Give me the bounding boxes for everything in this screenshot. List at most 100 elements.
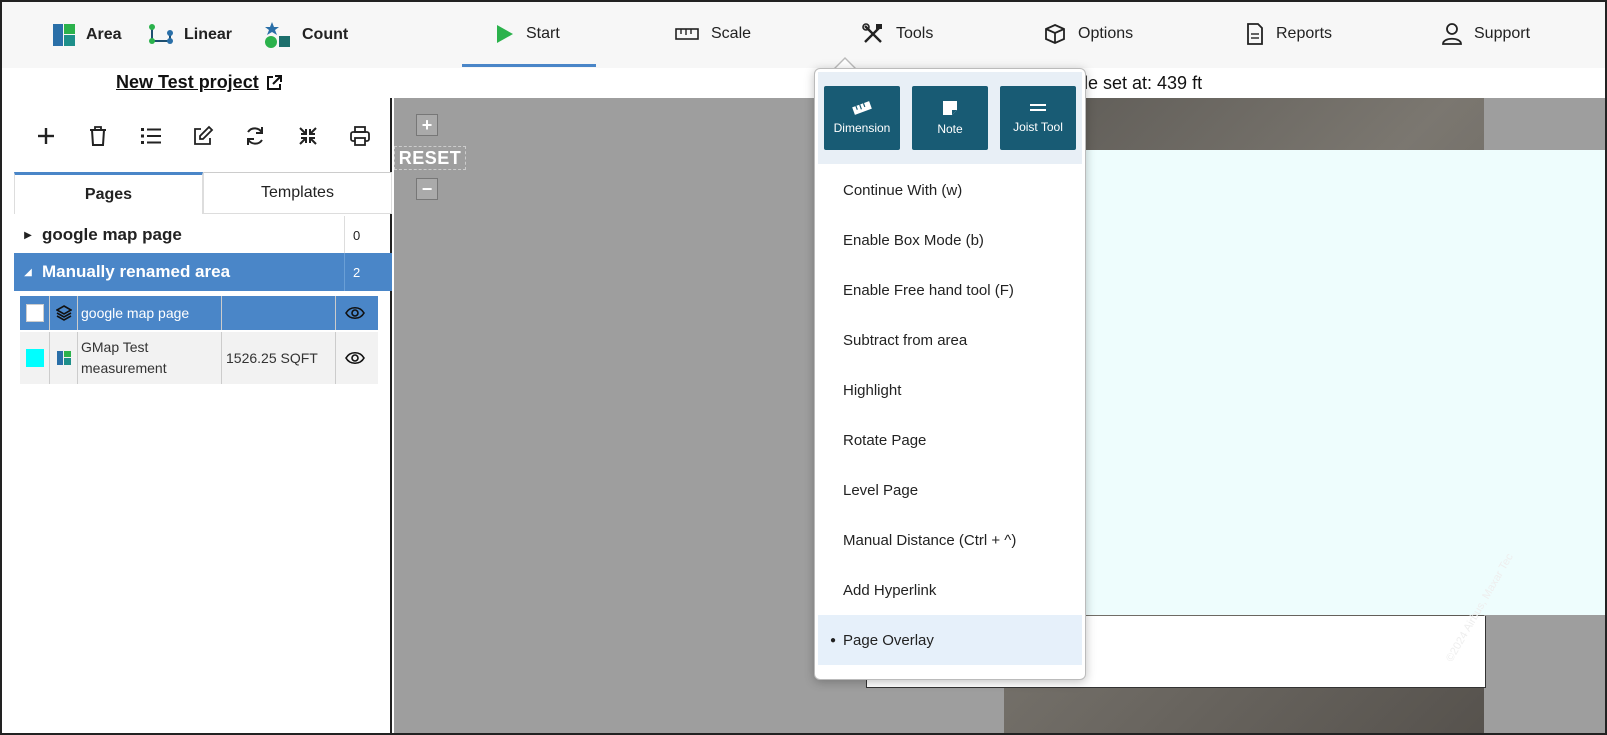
ruler-icon bbox=[675, 28, 699, 40]
area-icon bbox=[56, 351, 71, 365]
refresh-button[interactable] bbox=[238, 119, 272, 153]
item-value bbox=[222, 296, 336, 330]
item-name: google map page bbox=[78, 296, 222, 330]
scale-status: le set at: 439 ft bbox=[1084, 73, 1203, 93]
menu-item-subtract-area[interactable]: Subtract from area bbox=[818, 315, 1082, 365]
tab-tools-label: Tools bbox=[896, 25, 934, 42]
ruler-icon bbox=[852, 101, 872, 115]
tab-pages[interactable]: Pages bbox=[14, 172, 203, 214]
area-icon bbox=[53, 24, 75, 46]
print-button[interactable] bbox=[343, 119, 377, 153]
menu-item-rotate-page[interactable]: Rotate Page bbox=[818, 415, 1082, 465]
tab-reports[interactable]: Reports bbox=[1246, 16, 1332, 52]
printer-icon bbox=[349, 126, 370, 146]
area-group-count: 2 bbox=[344, 253, 392, 291]
linear-tab[interactable]: Linear bbox=[148, 20, 232, 50]
plus-icon bbox=[38, 128, 55, 144]
item-value: 1526.25 SQFT bbox=[222, 332, 336, 384]
cube-icon bbox=[1045, 24, 1065, 44]
linear-icon bbox=[149, 24, 173, 44]
menu-item-page-overlay[interactable]: ● Page Overlay bbox=[818, 615, 1082, 665]
tab-scale[interactable]: Scale bbox=[675, 16, 751, 52]
action-bar bbox=[14, 116, 392, 156]
list-item[interactable]: GMap Test measurement 1526.25 SQFT bbox=[20, 332, 378, 384]
document-icon bbox=[1247, 23, 1263, 45]
menu-item-box-mode[interactable]: Enable Box Mode (b) bbox=[818, 215, 1082, 265]
area-group-row[interactable]: ◢ Manually renamed area 2 bbox=[14, 253, 392, 291]
list-item[interactable]: google map page bbox=[20, 296, 378, 330]
note-button-label: Note bbox=[937, 122, 963, 136]
area-tab-label: Area bbox=[86, 26, 122, 43]
note-icon bbox=[943, 101, 957, 115]
page-group-row[interactable]: ▶ google map page 0 bbox=[14, 216, 392, 254]
note-button[interactable]: Note bbox=[912, 86, 988, 150]
external-link-icon bbox=[266, 74, 282, 90]
list-button[interactable] bbox=[134, 119, 168, 153]
page-overlay-sheet bbox=[1056, 150, 1605, 615]
tab-start[interactable]: Start bbox=[496, 16, 560, 52]
zoom-in-button[interactable]: + bbox=[416, 114, 438, 136]
tab-support-label: Support bbox=[1474, 25, 1531, 42]
tab-options[interactable]: Options bbox=[1044, 16, 1133, 52]
item-name: GMap Test measurement bbox=[78, 332, 222, 384]
linear-tab-label: Linear bbox=[184, 26, 233, 43]
tab-support[interactable]: Support bbox=[1442, 16, 1530, 52]
item-color-swatch[interactable] bbox=[25, 349, 44, 367]
visibility-toggle[interactable] bbox=[336, 332, 374, 384]
edit-button[interactable] bbox=[186, 119, 220, 153]
tools-dropdown: Dimension Note Joist Tool Continue With … bbox=[814, 68, 1086, 680]
count-icon bbox=[265, 22, 290, 48]
dimension-button[interactable]: Dimension bbox=[824, 86, 900, 150]
joist-tool-button[interactable]: Joist Tool bbox=[1000, 86, 1076, 150]
dimension-button-label: Dimension bbox=[833, 121, 891, 135]
tools-icon bbox=[862, 23, 882, 43]
tab-scale-label: Scale bbox=[711, 25, 752, 42]
area-group-name: Manually renamed area bbox=[42, 262, 231, 281]
user-icon bbox=[1442, 23, 1462, 45]
item-type-cell bbox=[50, 332, 78, 384]
top-toolbar: Area Linear Count Start Scale Tools Opti… bbox=[2, 2, 1605, 68]
item-checkbox[interactable] bbox=[25, 304, 44, 322]
list-icon bbox=[140, 128, 161, 144]
reset-zoom-button[interactable]: RESET bbox=[394, 146, 466, 170]
expand-caret-icon[interactable]: ▶ bbox=[14, 230, 42, 241]
edit-icon bbox=[194, 125, 214, 145]
tab-options-label: Options bbox=[1078, 25, 1134, 42]
joist-tool-button-label: Joist Tool bbox=[1013, 120, 1063, 134]
count-tab-label: Count bbox=[302, 26, 349, 43]
item-checkbox-cell bbox=[20, 296, 50, 330]
selected-bullet-icon: ● bbox=[830, 634, 837, 646]
delete-button[interactable] bbox=[81, 119, 115, 153]
collapse-button[interactable] bbox=[291, 119, 325, 153]
layers-icon bbox=[55, 305, 72, 321]
menu-item-highlight[interactable]: Highlight bbox=[818, 365, 1082, 415]
menu-item-manual-distance[interactable]: Manual Distance (Ctrl + ^) bbox=[818, 515, 1082, 565]
compress-icon bbox=[298, 127, 317, 145]
menu-item-add-hyperlink[interactable]: Add Hyperlink bbox=[818, 565, 1082, 615]
add-button[interactable] bbox=[29, 119, 63, 153]
menu-item-continue-with[interactable]: Continue With (w) bbox=[818, 165, 1082, 215]
joist-icon bbox=[1030, 104, 1046, 111]
eye-icon bbox=[345, 306, 365, 320]
area-tab[interactable]: Area bbox=[52, 20, 122, 50]
refresh-icon bbox=[247, 127, 264, 145]
menu-item-page-overlay-label: Page Overlay bbox=[843, 631, 934, 649]
page-group-count: 0 bbox=[344, 216, 392, 254]
zoom-out-button[interactable]: − bbox=[416, 178, 438, 200]
eye-icon bbox=[345, 351, 365, 365]
menu-item-free-hand[interactable]: Enable Free hand tool (F) bbox=[818, 265, 1082, 315]
project-title: New Test project bbox=[116, 72, 259, 92]
menu-item-level-page[interactable]: Level Page bbox=[818, 465, 1082, 515]
project-title-link[interactable]: New Test project bbox=[116, 72, 283, 93]
tab-templates[interactable]: Templates bbox=[203, 172, 392, 214]
visibility-toggle[interactable] bbox=[336, 296, 374, 330]
play-icon bbox=[497, 25, 513, 43]
count-tab[interactable]: Count bbox=[264, 20, 348, 50]
active-tab-indicator bbox=[462, 64, 596, 67]
sidebar-tabs: Pages Templates bbox=[14, 172, 392, 214]
tab-reports-label: Reports bbox=[1276, 25, 1333, 42]
item-color-cell bbox=[20, 332, 50, 384]
collapse-caret-icon[interactable]: ◢ bbox=[14, 267, 42, 278]
trash-icon bbox=[90, 126, 107, 146]
tab-tools[interactable]: Tools bbox=[862, 16, 933, 52]
